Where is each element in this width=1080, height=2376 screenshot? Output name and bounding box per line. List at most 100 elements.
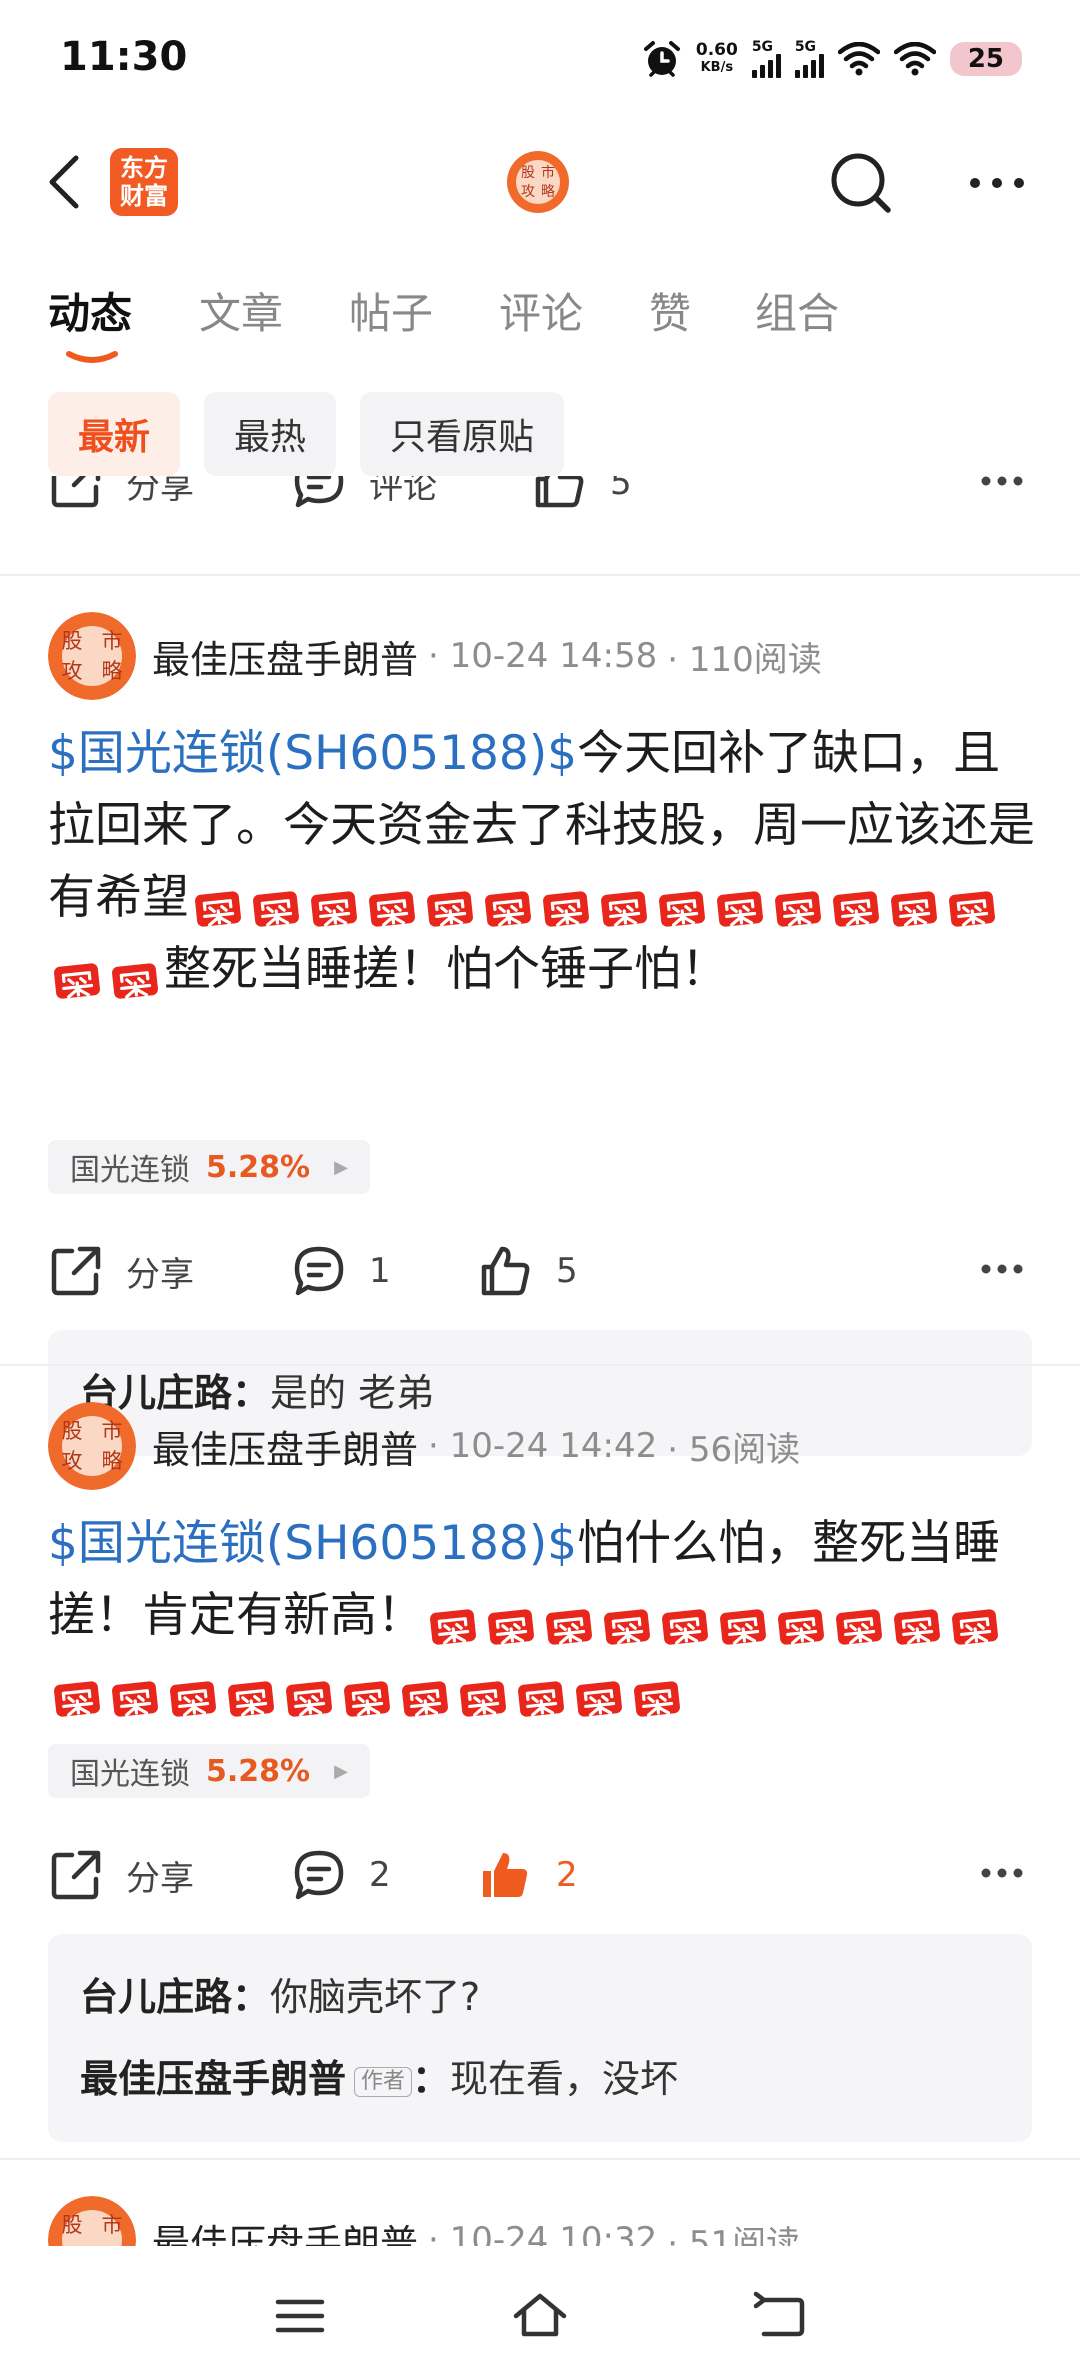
svg-text:市: 市 xyxy=(102,2213,123,2237)
stock-ticker-link[interactable]: $国光连锁(SH605188)$ xyxy=(48,1516,577,1571)
filter-latest[interactable]: 最新 xyxy=(48,392,181,476)
post-header: 股 市 攻 略 最佳压盘手朗普 · 10-24 14:42 · 56阅读 xyxy=(48,1402,800,1490)
buy-sticker-icon xyxy=(951,1596,999,1645)
buy-sticker-icon xyxy=(252,878,300,927)
more-options-icon[interactable] xyxy=(962,148,1032,218)
buy-sticker-icon xyxy=(777,1596,825,1645)
share-button[interactable]: 分享 xyxy=(48,476,194,518)
svg-text:攻: 攻 xyxy=(62,1449,83,1473)
tab-likes[interactable]: 赞 xyxy=(649,280,691,341)
comment-icon xyxy=(294,476,344,508)
more-options-icon[interactable] xyxy=(972,1244,1032,1294)
buy-sticker-icon xyxy=(368,878,416,927)
like-button[interactable]: 2 xyxy=(478,1840,578,1910)
avatar[interactable]: 股 市 攻 略 xyxy=(48,1402,136,1490)
read-count: · 56阅读 xyxy=(667,1429,801,1470)
buy-sticker-icon xyxy=(517,1668,565,1717)
svg-text:股: 股 xyxy=(62,2213,83,2237)
tab-portfolio[interactable]: 组合 xyxy=(755,280,839,341)
stock-tag[interactable]: 国光连锁 5.28% ▶ xyxy=(48,1744,370,1798)
stock-tag[interactable]: 国光连锁 5.28% ▶ xyxy=(48,1140,370,1194)
post-card[interactable]: 股 市 最佳压盘手朗普 · 10-24 10:32 · 51阅读 xyxy=(0,2158,1080,2246)
buy-sticker-icon xyxy=(542,878,590,927)
like-button[interactable]: 5 xyxy=(478,1236,578,1306)
buy-sticker-icon xyxy=(53,950,101,999)
top-header: 东方 财富 股 市 攻 略 xyxy=(0,118,1080,246)
tab-posts[interactable]: 帖子 xyxy=(349,280,433,341)
tab-articles[interactable]: 文章 xyxy=(199,280,283,341)
avatar[interactable]: 股 市 xyxy=(48,2196,136,2246)
wifi-icon xyxy=(893,42,936,76)
status-bar: 11:30 0.60 KB/s 5G 5G 25 xyxy=(0,0,1080,118)
more-options-icon[interactable] xyxy=(972,1848,1032,1898)
comment-preview[interactable]: 台儿庄路：你脑壳坏了? 最佳压盘手朗普 作者 ：现在看，没坏 xyxy=(48,1934,1032,2142)
comment-item: 台儿庄路：你脑壳坏了? xyxy=(80,1975,481,2019)
buy-sticker-icon xyxy=(774,878,822,927)
buy-sticker-icon xyxy=(459,1668,507,1717)
status-icons: 0.60 KB/s 5G 5G 25 xyxy=(642,34,1022,84)
author-name[interactable]: 最佳压盘手朗普 xyxy=(152,2213,418,2247)
status-time: 11:30 xyxy=(60,34,188,80)
svg-text:市: 市 xyxy=(541,164,555,181)
comment-item: 最佳压盘手朗普 作者 ：现在看，没坏 xyxy=(80,2057,679,2101)
read-count: · 110阅读 xyxy=(667,639,822,680)
share-icon xyxy=(51,1850,101,1900)
post-time: · 10-24 14:42 xyxy=(428,1426,658,1466)
filter-original-only[interactable]: 只看原贴 xyxy=(360,392,565,476)
buy-sticker-icon xyxy=(285,1668,333,1717)
battery-indicator: 25 xyxy=(949,42,1022,76)
post-content[interactable]: $国光连锁(SH605188)$今天回补了缺口，且拉回来了。今天资金去了科技股，… xyxy=(48,718,1038,1006)
stock-ticker-link[interactable]: $国光连锁(SH605188)$ xyxy=(48,726,577,781)
buy-sticker-icon xyxy=(53,1668,101,1717)
post-header: 股 市 最佳压盘手朗普 · 10-24 10:32 · 51阅读 xyxy=(48,2196,800,2246)
author-name[interactable]: 最佳压盘手朗普 xyxy=(152,629,418,684)
share-button[interactable]: 分享 xyxy=(48,1840,194,1910)
menu-icon[interactable] xyxy=(270,2286,330,2346)
buy-sticker-icon xyxy=(890,878,938,927)
post-card[interactable]: 股 市 攻 略 最佳压盘手朗普 · 10-24 14:58 · 110阅读 $国… xyxy=(0,574,1080,1456)
buy-sticker-icon xyxy=(343,1668,391,1717)
more-options-icon[interactable] xyxy=(972,476,1032,506)
comment-button[interactable]: 2 xyxy=(291,1840,391,1910)
post-actions: 分享 2 2 xyxy=(48,1840,1032,1910)
stock-change: 5.28% xyxy=(206,1753,311,1789)
filter-chips: 最新 最热 只看原贴 xyxy=(48,392,565,476)
svg-text:攻: 攻 xyxy=(521,184,535,200)
home-icon[interactable] xyxy=(510,2286,570,2346)
back-icon[interactable] xyxy=(40,150,96,214)
buy-sticker-icon xyxy=(310,878,358,927)
tab-dynamics[interactable]: 动态 xyxy=(48,280,132,341)
avatar[interactable]: 股 市 攻 略 xyxy=(506,150,570,214)
system-nav-bar xyxy=(0,2246,1080,2376)
buy-sticker-icon xyxy=(719,1596,767,1645)
comment-button[interactable]: 评论 xyxy=(291,476,437,518)
play-arrow-icon: ▶ xyxy=(334,1156,348,1178)
back-nav-icon[interactable] xyxy=(750,2286,810,2346)
tab-comments[interactable]: 评论 xyxy=(499,280,583,341)
post-time: · 10-24 10:32 xyxy=(428,2220,658,2246)
post-card[interactable]: 股 市 攻 略 最佳压盘手朗普 · 10-24 14:42 · 56阅读 $国光… xyxy=(0,1364,1080,2142)
like-button[interactable]: 5 xyxy=(532,476,632,518)
share-button[interactable]: 分享 xyxy=(48,1236,194,1306)
active-tab-indicator xyxy=(66,351,118,363)
author-name[interactable]: 最佳压盘手朗普 xyxy=(152,1419,418,1474)
post-actions: 分享 1 5 xyxy=(48,1236,1032,1306)
author-badge: 作者 xyxy=(354,2066,413,2097)
buy-sticker-icon xyxy=(832,878,880,927)
share-icon xyxy=(51,476,101,508)
buy-sticker-icon xyxy=(661,1596,709,1645)
svg-text:股: 股 xyxy=(62,629,83,653)
brand-logo[interactable]: 东方 财富 xyxy=(110,148,178,216)
svg-text:略: 略 xyxy=(102,1449,123,1473)
buy-sticker-icon xyxy=(111,950,159,999)
buy-sticker-icon xyxy=(484,878,532,927)
buy-sticker-icon xyxy=(633,1668,681,1717)
post-content[interactable]: $国光连锁(SH605188)$怕什么怕，整死当睡搓！肯定有新高！ xyxy=(48,1508,1038,1724)
wifi-icon xyxy=(837,42,880,76)
filter-hottest[interactable]: 最热 xyxy=(204,392,337,476)
buy-sticker-icon xyxy=(835,1596,883,1645)
avatar[interactable]: 股 市 攻 略 xyxy=(48,612,136,700)
comment-button[interactable]: 1 xyxy=(291,1236,391,1306)
search-icon[interactable] xyxy=(826,148,896,218)
alarm-icon xyxy=(643,41,680,77)
